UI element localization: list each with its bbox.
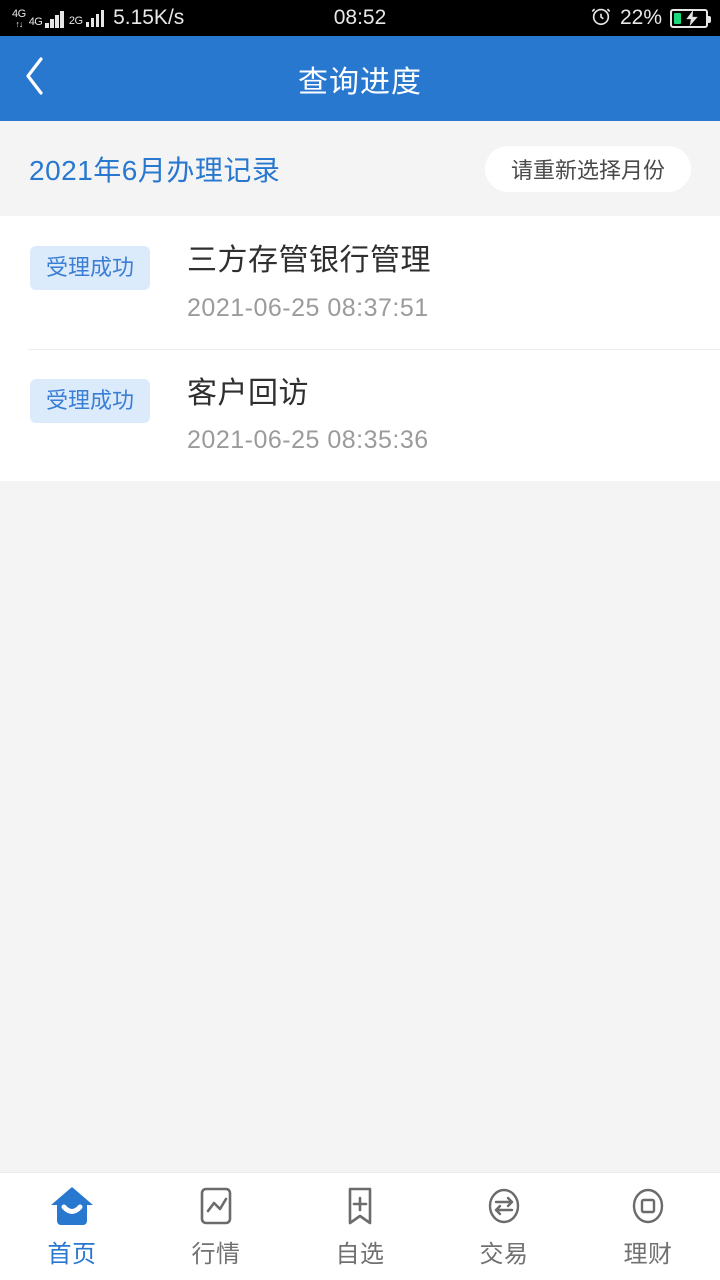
tab-label-watchlist: 自选 xyxy=(335,1240,385,1268)
reselect-month-button[interactable]: 请重新选择月份 xyxy=(484,145,691,192)
app-header: 查询进度 xyxy=(0,36,720,121)
month-record-title: 2021年6月办理记录 xyxy=(29,154,281,186)
charging-bolt-icon xyxy=(686,10,698,26)
battery-fill xyxy=(674,12,681,24)
page-title: 查询进度 xyxy=(298,65,422,99)
status-badge: 受理成功 xyxy=(30,246,151,290)
bottom-navigation: 首页 行情 自选 交易 理财 xyxy=(0,1172,720,1280)
exchange-arrows-icon xyxy=(483,1185,525,1227)
status-badge: 受理成功 xyxy=(30,378,151,423)
tab-watchlist[interactable]: 自选 xyxy=(288,1185,432,1269)
status-bar: 4G ↑↓ 4G 2G 5.15K/s 08:52 22% xyxy=(0,0,720,36)
status-bar-clock: 08:52 xyxy=(333,6,387,29)
record-body: 客户回访 2021-06-25 08:35:36 xyxy=(187,377,429,456)
tab-label-trade: 交易 xyxy=(479,1240,529,1268)
chart-icon xyxy=(196,1185,236,1227)
record-timestamp: 2021-06-25 08:37:51 xyxy=(187,293,429,322)
record-body: 三方存管银行管理 2021-06-25 08:37:51 xyxy=(187,244,431,323)
reselect-month-label: 请重新选择月份 xyxy=(510,157,665,183)
tab-home[interactable]: 首页 xyxy=(0,1185,144,1269)
tab-label-home: 首页 xyxy=(47,1240,97,1268)
battery-icon xyxy=(670,8,711,28)
home-icon xyxy=(49,1185,95,1227)
empty-area xyxy=(0,481,720,1280)
back-button[interactable] xyxy=(0,36,70,121)
tab-trade[interactable]: 交易 xyxy=(432,1185,576,1269)
list-item[interactable]: 受理成功 三方存管银行管理 2021-06-25 08:37:51 xyxy=(0,216,720,349)
list-item[interactable]: 受理成功 客户回访 2021-06-25 08:35:36 xyxy=(0,348,720,482)
record-title: 客户回访 xyxy=(187,376,310,410)
bookmark-plus-icon xyxy=(340,1185,380,1227)
month-filter-bar: 2021年6月办理记录 请重新选择月份 xyxy=(0,121,720,216)
coin-circle-icon xyxy=(627,1185,669,1227)
record-list: 受理成功 三方存管银行管理 2021-06-25 08:37:51 受理成功 客… xyxy=(0,216,720,481)
tab-finance[interactable]: 理财 xyxy=(576,1185,720,1269)
record-timestamp: 2021-06-25 08:35:36 xyxy=(187,426,429,454)
chevron-left-icon xyxy=(22,54,48,103)
tab-market[interactable]: 行情 xyxy=(144,1185,288,1269)
app-screen: 4G ↑↓ 4G 2G 5.15K/s 08:52 22% 查询进度 2021年… xyxy=(0,0,720,1280)
tab-label-market: 行情 xyxy=(191,1240,241,1268)
tab-label-finance: 理财 xyxy=(623,1240,673,1268)
record-title: 三方存管银行管理 xyxy=(187,244,432,277)
